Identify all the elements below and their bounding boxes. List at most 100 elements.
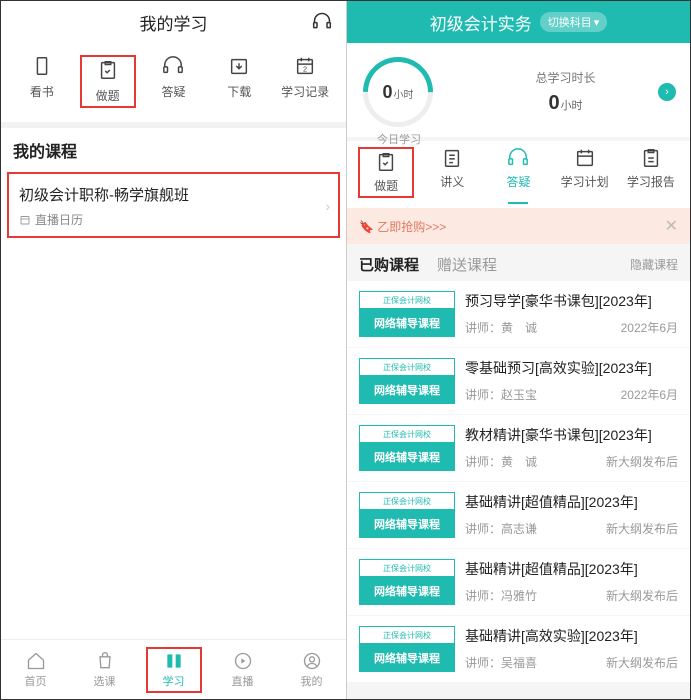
course-item[interactable]: 正保会计网校 网络辅导课程 零基础预习[高效实验][2023年] 讲师：赵玉宝 … xyxy=(347,348,690,414)
left-bottom-nav: 首页 选课 学习 直播 我的 xyxy=(1,639,346,699)
course-date: 新大纲发布后 xyxy=(606,654,678,671)
bottomnav-label: 学习 xyxy=(163,673,185,689)
course-teacher: 讲师：黄 诚 xyxy=(465,319,537,336)
topnav-download[interactable]: 下载 xyxy=(211,55,267,108)
course-thumb: 正保会计网校 网络辅导课程 xyxy=(359,291,455,337)
course-sub-label: 直播日历 xyxy=(35,211,83,228)
bottomnav-label: 选课 xyxy=(94,673,116,689)
thumb-brand: 正保会计网校 xyxy=(359,626,455,644)
support-icon[interactable] xyxy=(312,11,332,31)
course-date: 2022年6月 xyxy=(621,386,678,403)
tab-label: 做题 xyxy=(374,177,398,194)
course-item[interactable]: 正保会计网校 网络辅导课程 预习导学[豪华书课包][2023年] 讲师：黄 诚 … xyxy=(347,281,690,347)
course-calendar-link[interactable]: 直播日历 xyxy=(19,211,328,228)
course-date: 2022年6月 xyxy=(621,319,678,336)
course-thumb: 正保会计网校 网络辅导课程 xyxy=(359,358,455,404)
tab-qa[interactable]: 答疑 xyxy=(490,147,546,198)
right-header: 初级会计实务 切换科目 ▾ xyxy=(347,1,690,43)
topnav-read[interactable]: 看书 xyxy=(14,55,70,108)
total-label: 总学习时长 xyxy=(535,69,595,86)
course-teacher: 讲师：高志谦 xyxy=(465,520,537,537)
course-card[interactable]: 初级会计职称-畅学旗舰班 直播日历 › xyxy=(7,172,340,238)
thumb-text: 网络辅导课程 xyxy=(359,376,455,404)
ctab-gifted[interactable]: 赠送课程 xyxy=(437,254,497,275)
thumb-text: 网络辅导课程 xyxy=(359,443,455,471)
today-hours: 0 xyxy=(382,82,392,102)
thumb-text: 网络辅导课程 xyxy=(359,510,455,538)
thumb-brand: 正保会计网校 xyxy=(359,559,455,577)
bottomnav-live[interactable]: 直播 xyxy=(215,651,271,689)
promo-text: 乙即抢购>>> xyxy=(377,220,446,234)
bottomnav-label: 首页 xyxy=(25,673,47,689)
course-list[interactable]: 正保会计网校 网络辅导课程 预习导学[豪华书课包][2023年] 讲师：黄 诚 … xyxy=(347,281,690,699)
course-item[interactable]: 正保会计网校 网络辅导课程 教材精讲[豪华书课包][2023年] 讲师：黄 诚 … xyxy=(347,415,690,481)
course-item-title: 零基础预习[高效实验][2023年] xyxy=(465,358,678,378)
course-item-title: 基础精讲[超值精品][2023年] xyxy=(465,559,678,579)
tab-label: 学习报告 xyxy=(627,173,675,190)
today-label: 今日学习 xyxy=(377,131,421,147)
topnav-label: 答疑 xyxy=(161,83,185,100)
bottomnav-courses[interactable]: 选课 xyxy=(77,651,133,689)
switch-subject-button[interactable]: 切换科目 ▾ xyxy=(540,12,608,32)
thumb-text: 网络辅导课程 xyxy=(359,644,455,672)
course-thumb: 正保会计网校 网络辅导课程 xyxy=(359,425,455,471)
thumb-text: 网络辅导课程 xyxy=(359,309,455,337)
promo-banner[interactable]: 🔖 乙即抢购>>> ✕ xyxy=(347,208,690,244)
thumb-brand: 正保会计网校 xyxy=(359,492,455,510)
hide-courses-link[interactable]: 隐藏课程 xyxy=(630,256,678,273)
topnav-qa[interactable]: 答疑 xyxy=(145,55,201,108)
close-icon[interactable]: ✕ xyxy=(665,216,678,236)
switch-label: 切换科目 xyxy=(548,14,592,30)
thumb-brand: 正保会计网校 xyxy=(359,358,455,376)
course-item-title: 基础精讲[超值精品][2023年] xyxy=(465,492,678,512)
total-study-block: 总学习时长 0小时 xyxy=(457,69,674,115)
course-item-title: 教材精讲[豪华书课包][2023年] xyxy=(465,425,678,445)
my-courses-heading: 我的课程 xyxy=(1,122,346,170)
course-teacher: 讲师：赵玉宝 xyxy=(465,386,537,403)
left-app-screen: 我的学习 看书 做题 答疑 下载 2 学习记录 我的课程 初级会计职称-畅学旗舰… xyxy=(1,1,347,699)
course-date: 新大纲发布后 xyxy=(606,453,678,470)
tab-report[interactable]: 学习报告 xyxy=(623,147,679,198)
right-tab-nav: 做题 讲义 答疑 学习计划 学习报告 xyxy=(347,141,690,208)
study-stats-card: 0小时 今日学习 总学习时长 0小时 › xyxy=(347,43,690,137)
course-thumb: 正保会计网校 网络辅导课程 xyxy=(359,492,455,538)
course-date: 新大纲发布后 xyxy=(606,520,678,537)
right-app-screen: 初级会计实务 切换科目 ▾ 0小时 今日学习 总学习时长 0小时 › 做题 讲义 xyxy=(347,1,690,699)
course-item[interactable]: 正保会计网校 网络辅导课程 基础精讲[超值精品][2023年] 讲师：高志谦 新… xyxy=(347,482,690,548)
tab-notes[interactable]: 讲义 xyxy=(424,147,480,198)
course-date: 新大纲发布后 xyxy=(606,587,678,604)
topnav-label: 学习记录 xyxy=(281,83,329,100)
course-item[interactable]: 正保会计网校 网络辅导课程 基础精讲[超值精品][2023年] 讲师：冯雅竹 新… xyxy=(347,549,690,615)
bottomnav-home[interactable]: 首页 xyxy=(8,651,64,689)
caret-down-icon: ▾ xyxy=(594,16,600,29)
course-teacher: 讲师：冯雅竹 xyxy=(465,587,537,604)
tab-label: 学习计划 xyxy=(561,173,609,190)
topnav-label: 看书 xyxy=(30,83,54,100)
course-item-title: 预习导学[豪华书课包][2023年] xyxy=(465,291,678,311)
chevron-right-icon: › xyxy=(325,198,330,214)
tab-label: 讲义 xyxy=(440,173,464,190)
tab-plan[interactable]: 学习计划 xyxy=(557,147,613,198)
course-filter-tabs: 已购课程 赠送课程 隐藏课程 xyxy=(347,244,690,281)
stats-more-button[interactable]: › xyxy=(658,83,676,101)
today-unit: 小时 xyxy=(394,90,414,101)
page-title: 我的学习 xyxy=(140,10,208,35)
tab-label: 答疑 xyxy=(506,173,530,190)
bottomnav-me[interactable]: 我的 xyxy=(284,651,340,689)
thumb-brand: 正保会计网校 xyxy=(359,291,455,309)
course-teacher: 讲师：吴福喜 xyxy=(465,654,537,671)
left-top-nav: 看书 做题 答疑 下载 2 学习记录 xyxy=(1,43,346,122)
total-unit: 小时 xyxy=(561,100,583,112)
topnav-history[interactable]: 2 学习记录 xyxy=(277,55,333,108)
ctab-purchased[interactable]: 已购课程 xyxy=(359,254,419,275)
tab-practice[interactable]: 做题 xyxy=(358,147,414,198)
course-title: 初级会计职称-畅学旗舰班 xyxy=(19,184,328,205)
bottomnav-study[interactable]: 学习 xyxy=(146,647,202,693)
topnav-practice[interactable]: 做题 xyxy=(80,55,136,108)
today-progress-ring: 0小时 xyxy=(349,43,448,142)
topnav-label: 下载 xyxy=(227,83,251,100)
course-item[interactable]: 正保会计网校 网络辅导课程 基础精讲[高效实验][2023年] 讲师：吴福喜 新… xyxy=(347,616,690,682)
svg-text:2: 2 xyxy=(303,65,307,74)
course-item-title: 基础精讲[高效实验][2023年] xyxy=(465,626,678,646)
thumb-brand: 正保会计网校 xyxy=(359,425,455,443)
